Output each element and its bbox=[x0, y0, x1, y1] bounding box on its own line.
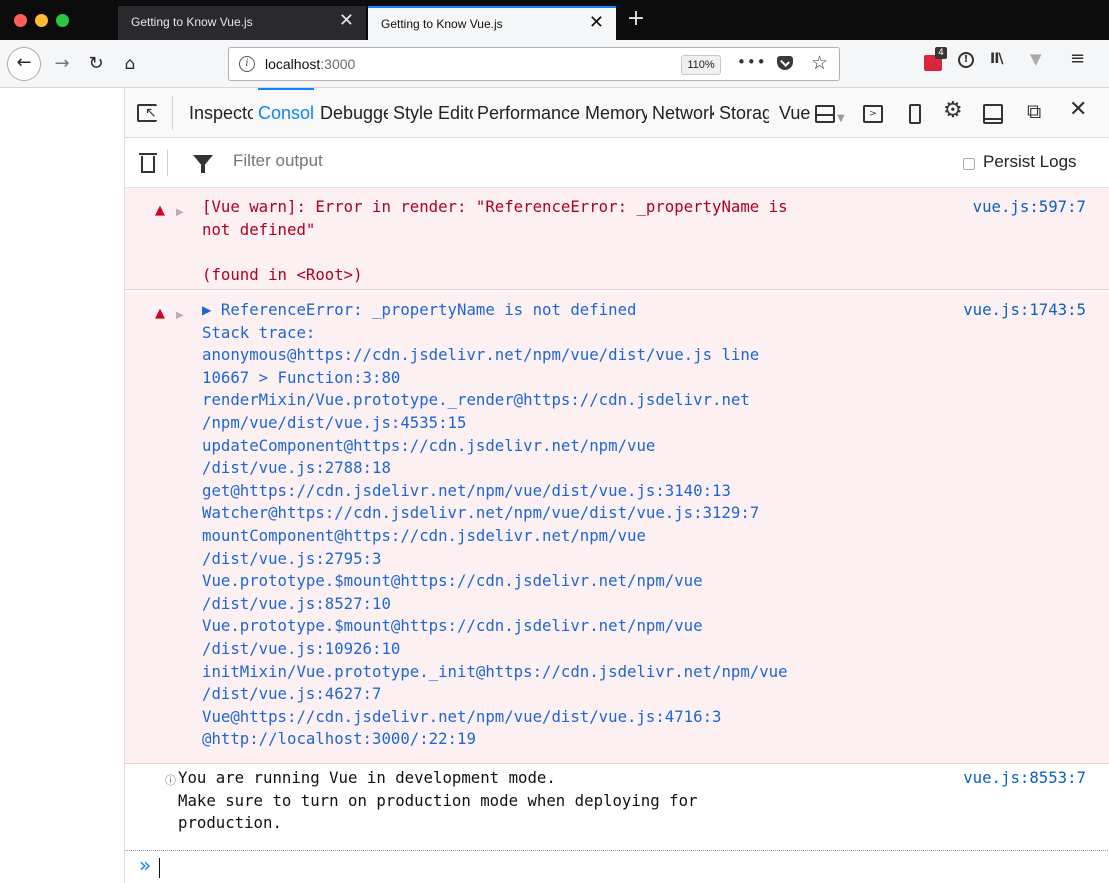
stack-trace-text: ▶ ReferenceError: _propertyName is not d… bbox=[202, 300, 788, 749]
info-icon[interactable]: i bbox=[239, 56, 255, 72]
tab-style-editor[interactable]: Style Editor bbox=[393, 88, 473, 138]
trash-icon[interactable] bbox=[139, 151, 157, 173]
expand-arrow-icon[interactable]: ▶ bbox=[176, 305, 184, 328]
tab-network[interactable]: Network bbox=[652, 88, 714, 138]
forward-button[interactable]: → bbox=[50, 51, 74, 77]
tab-title: Getting to Know Vue.js bbox=[131, 15, 253, 29]
persist-logs-checkbox[interactable] bbox=[963, 158, 975, 170]
dock-bottom-icon[interactable] bbox=[983, 104, 1003, 124]
chevron-down-icon[interactable]: ▼ bbox=[837, 108, 845, 130]
tab-storage[interactable]: Storage bbox=[719, 88, 769, 138]
prompt-chevron-icon: » bbox=[139, 853, 152, 877]
page-actions-icon[interactable]: ••• bbox=[737, 53, 767, 71]
close-icon[interactable]: ✕ bbox=[1069, 99, 1087, 121]
tab-inspector[interactable]: Inspector bbox=[189, 88, 253, 138]
expand-arrow-icon[interactable]: ▶ bbox=[176, 202, 184, 225]
console-input[interactable]: » bbox=[125, 850, 1109, 883]
console-message-error[interactable]: ▲ ▶ [Vue warn]: Error in render: "Refere… bbox=[125, 188, 1109, 290]
source-link[interactable]: vue.js:597:7 bbox=[973, 196, 1086, 219]
message-text: You are running Vue in development mode.… bbox=[178, 768, 698, 833]
split-console-icon[interactable]: > bbox=[863, 105, 883, 123]
source-link[interactable]: vue.js:8553:7 bbox=[963, 767, 1086, 790]
filter-divider bbox=[167, 150, 168, 176]
browser-tab-active[interactable]: Getting to Know Vue.js ✕ bbox=[368, 6, 616, 40]
navigation-bar: ← → ↻ ⌂ i localhost:3000 110% ••• ☆ 4 ! … bbox=[0, 40, 1109, 88]
pocket-icon[interactable] bbox=[777, 56, 793, 70]
console-message-error[interactable]: ▲ ▶ ▶ ReferenceError: _propertyName is n… bbox=[125, 292, 1109, 764]
tab-performance[interactable]: Performance bbox=[477, 88, 580, 138]
zoom-level-badge[interactable]: 110% bbox=[681, 55, 721, 75]
gear-icon[interactable]: ⚙ bbox=[943, 100, 963, 122]
page-content bbox=[0, 88, 124, 883]
toolbar-divider bbox=[172, 96, 173, 130]
tab-debugger[interactable]: Debugger bbox=[320, 88, 388, 138]
window-maximize-button[interactable] bbox=[56, 14, 69, 27]
source-link[interactable]: vue.js:1743:5 bbox=[963, 299, 1086, 322]
responsive-design-icon[interactable] bbox=[909, 104, 921, 124]
url-port: :3000 bbox=[320, 56, 356, 72]
menu-icon[interactable]: ≡ bbox=[1070, 48, 1085, 69]
warning-triangle-icon: ▲ bbox=[155, 306, 165, 321]
extension-badge: 4 bbox=[935, 47, 947, 59]
element-picker-icon[interactable] bbox=[137, 104, 157, 122]
bookmark-star-icon[interactable]: ☆ bbox=[811, 52, 828, 74]
new-tab-button[interactable]: + bbox=[624, 6, 648, 34]
tab-title: Getting to Know Vue.js bbox=[381, 17, 503, 31]
browser-tab[interactable]: Getting to Know Vue.js ✕ bbox=[118, 6, 366, 40]
tab-close-icon[interactable]: ✕ bbox=[589, 13, 604, 33]
console-filter-bar: Persist Logs bbox=[125, 138, 1109, 188]
warning-triangle-icon: ▲ bbox=[155, 203, 165, 218]
reload-button[interactable]: ↻ bbox=[84, 51, 108, 77]
vue-devtools-icon[interactable]: ▼ bbox=[1030, 50, 1042, 68]
devtools-toolbar: Inspector Console Debugger Style Editor … bbox=[125, 88, 1109, 138]
tab-close-icon[interactable]: ✕ bbox=[339, 11, 354, 31]
url-bar[interactable]: i localhost:3000 110% ••• ☆ bbox=[228, 47, 840, 81]
back-button[interactable]: ← bbox=[7, 47, 41, 81]
message-text: [Vue warn]: Error in render: "ReferenceE… bbox=[202, 197, 788, 284]
library-icon[interactable]: II\ bbox=[990, 51, 1003, 67]
window-minimize-button[interactable] bbox=[35, 14, 48, 27]
devtools-panel: Inspector Console Debugger Style Editor … bbox=[124, 88, 1109, 883]
console-message-info[interactable]: ⓘ You are running Vue in development mod… bbox=[125, 764, 1109, 840]
text-caret bbox=[159, 858, 160, 878]
url-host: localhost bbox=[265, 56, 321, 72]
tab-bar: Getting to Know Vue.js ✕ Getting to Know… bbox=[0, 0, 1109, 40]
url-text: localhost:3000 bbox=[265, 56, 355, 72]
privacy-extension-icon[interactable]: ! bbox=[958, 52, 974, 68]
filter-icon[interactable] bbox=[193, 155, 213, 173]
persist-logs-label[interactable]: Persist Logs bbox=[983, 152, 1077, 172]
window-close-button[interactable] bbox=[14, 14, 27, 27]
filter-output-input[interactable] bbox=[233, 151, 633, 171]
tab-vue[interactable]: Vue bbox=[779, 88, 819, 138]
info-icon: ⓘ bbox=[165, 774, 176, 787]
tab-console[interactable]: Console bbox=[258, 88, 314, 138]
home-button[interactable]: ⌂ bbox=[118, 51, 142, 77]
separate-window-icon[interactable]: ⧉ bbox=[1027, 100, 1041, 122]
split-layout-icon[interactable] bbox=[815, 105, 835, 123]
tab-memory[interactable]: Memory bbox=[585, 88, 647, 138]
console-output: ▲ ▶ [Vue warn]: Error in render: "Refere… bbox=[125, 188, 1109, 848]
